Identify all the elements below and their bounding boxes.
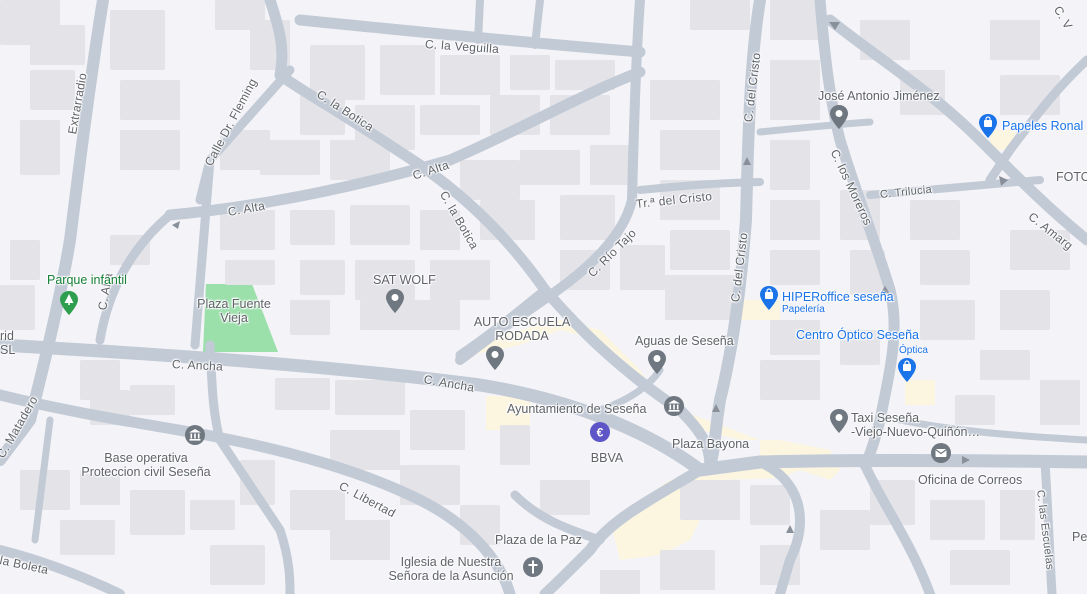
poi-label-edge-right: Pe [1072,530,1087,544]
bank-euro-icon[interactable]: € [589,421,611,443]
poi-label-ayuntamiento[interactable]: Ayuntamiento de Seseña [507,402,646,416]
place-pin-icon[interactable] [384,288,406,314]
map-view[interactable]: C. la Veguilla Extrarradio Calle Dr. Fle… [0,0,1087,594]
poi-label-papeles[interactable]: Papeles Ronal [1002,119,1083,133]
poi-label-sat-wolf[interactable]: SAT WOLF [373,273,436,287]
poi-label-taxi[interactable]: Taxi Seseña -Viejo-Nuevo-Quiñón… [851,411,980,439]
poi-category-optica: Óptica [899,345,928,356]
poi-label-aguas[interactable]: Aguas de Seseña [635,334,734,348]
street-label-ancha-left: C. Ancha [171,357,224,374]
poi-label-centro-optico[interactable]: Centro Óptico Seseña [796,328,919,342]
museum-icon[interactable] [184,424,206,446]
place-pin-icon[interactable] [828,408,850,434]
poi-label-parque[interactable]: Parque infantil [47,273,127,287]
place-pin-icon[interactable] [828,104,850,130]
place-pin-icon[interactable] [484,345,506,371]
mail-icon[interactable] [930,442,952,464]
poi-label-plaza-paz: Plaza de la Paz [495,533,582,547]
poi-label-edge-left: rid SL [0,329,16,357]
place-pin-icon[interactable] [646,349,668,375]
park-tree-icon[interactable] [58,290,80,316]
shopping-bag-icon[interactable] [758,285,780,311]
shopping-bag-icon[interactable] [977,113,999,139]
poi-category-papeleria: Papelería [782,304,825,315]
poi-label-base-operativa[interactable]: Base operativa Proteccion civil Seseña [81,451,210,479]
poi-label-correos[interactable]: Oficina de Correos [918,473,1022,487]
poi-label-iglesia[interactable]: Iglesia de Nuestra Señora de la Asunción [388,555,513,583]
svg-text:€: € [597,426,604,440]
poi-label-hiperoffice[interactable]: HIPERoffice seseña [782,290,894,304]
poi-label-plaza-fuente: Plaza Fuente Vieja [197,297,271,325]
shopping-bag-icon[interactable] [896,357,918,383]
poi-label-jose-antonio[interactable]: José Antonio Jiménez [818,89,940,103]
poi-label-bbva[interactable]: BBVA [591,451,623,465]
museum-icon[interactable] [663,395,685,417]
church-cross-icon[interactable] [522,556,544,578]
poi-label-auto-escuela[interactable]: AUTO ESCUELA RODADA [474,315,570,343]
poi-label-foto: FOTO [1056,170,1087,184]
poi-label-plaza-bayona: Plaza Bayona [672,437,750,451]
